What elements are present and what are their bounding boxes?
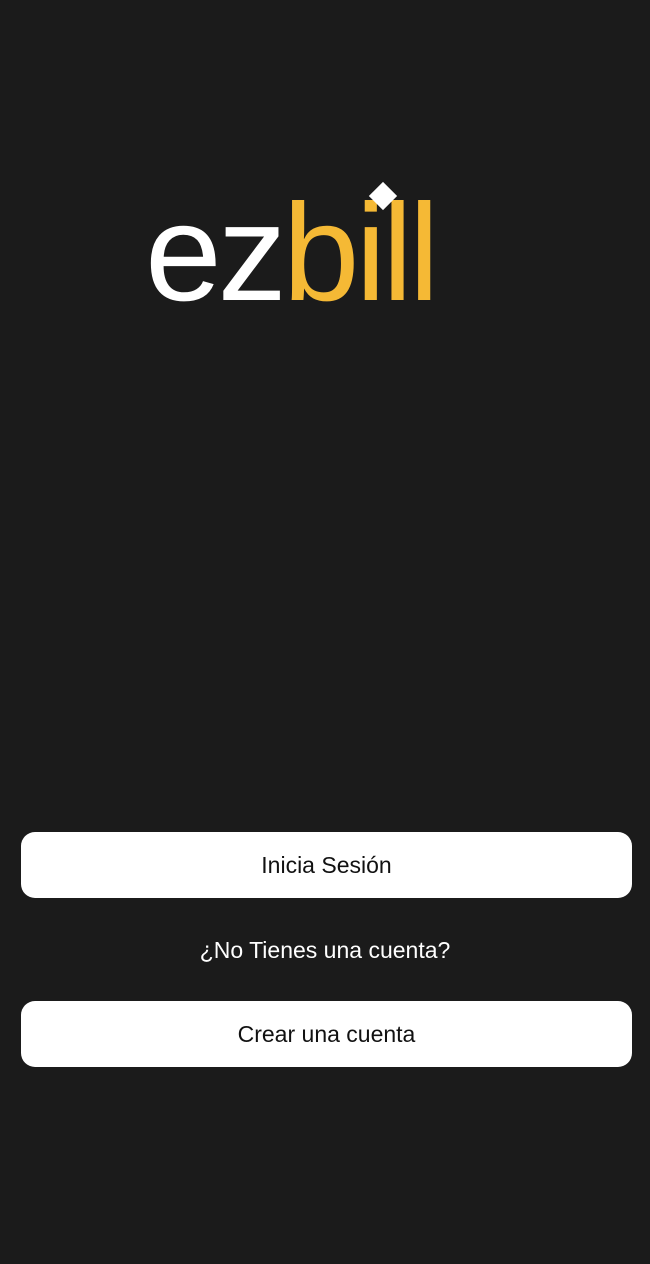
login-button[interactable]: Inicia Sesión bbox=[21, 832, 632, 898]
no-account-prompt: ¿No Tienes una cuenta? bbox=[199, 937, 451, 963]
welcome-screen: ezbill Inicia Sesión ¿No Tienes una cuen… bbox=[0, 0, 650, 1264]
login-button-label: Inicia Sesión bbox=[261, 851, 392, 878]
logo-bill-text: bill bbox=[283, 176, 436, 320]
create-account-button[interactable]: Crear una cuenta bbox=[21, 1001, 632, 1067]
create-account-button-label: Crear una cuenta bbox=[237, 1020, 416, 1047]
ezbill-logo: ezbill bbox=[0, 170, 650, 320]
logo-ez-text: ez bbox=[145, 176, 283, 320]
ezbill-logo-image: ezbill bbox=[145, 176, 439, 320]
